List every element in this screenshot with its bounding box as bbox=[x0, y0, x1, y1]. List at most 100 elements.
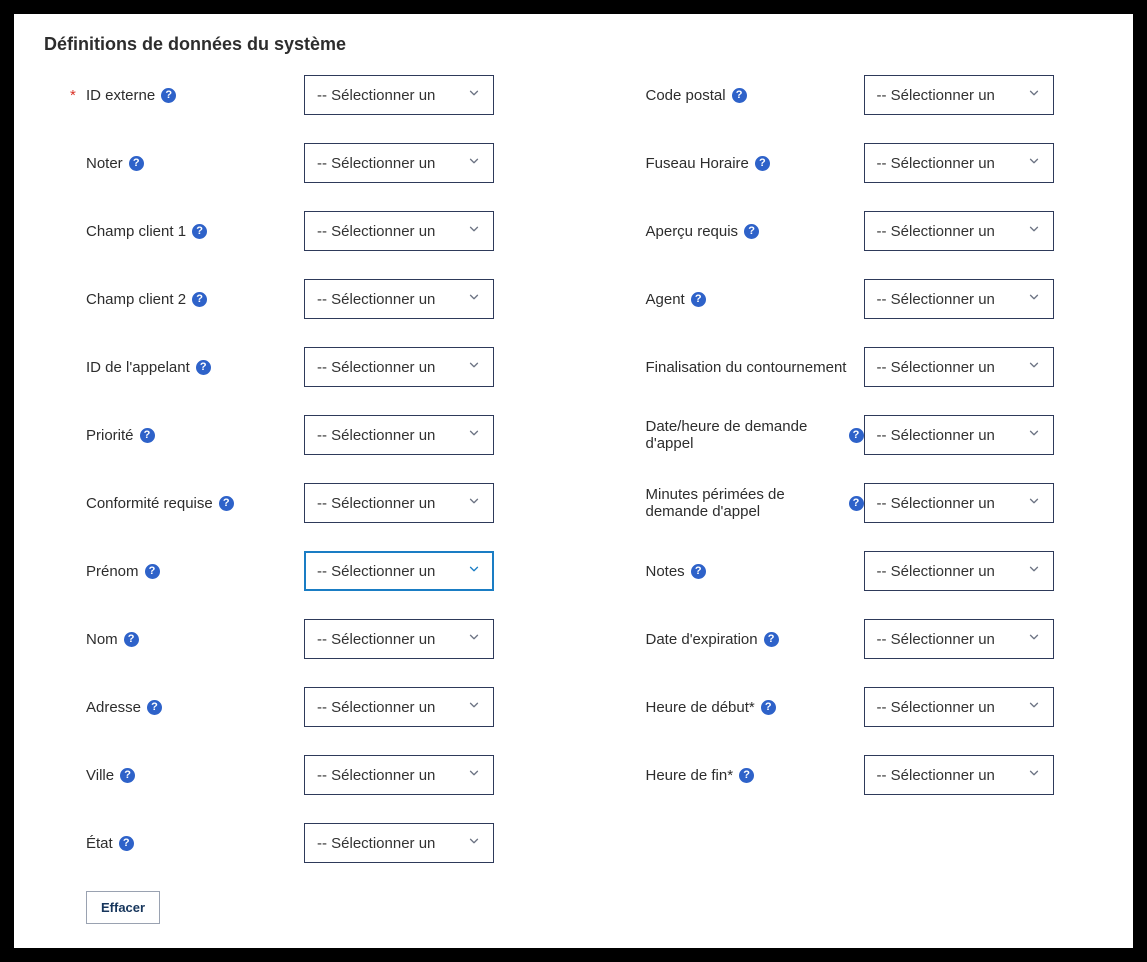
help-icon[interactable]: ? bbox=[192, 224, 207, 239]
select-placeholder: -- Sélectionner un bbox=[877, 699, 995, 716]
field-label-cell: Heure de fin*? bbox=[604, 767, 864, 784]
help-icon[interactable]: ? bbox=[161, 88, 176, 103]
field-select[interactable]: -- Sélectionner un bbox=[864, 75, 1054, 115]
field-label: Agent bbox=[646, 291, 685, 308]
form-row: Noter?-- Sélectionner un bbox=[44, 143, 544, 183]
field-select[interactable]: -- Sélectionner un bbox=[864, 687, 1054, 727]
form-row: Code postal?-- Sélectionner un bbox=[604, 75, 1104, 115]
help-icon[interactable]: ? bbox=[691, 292, 706, 307]
help-icon[interactable]: ? bbox=[744, 224, 759, 239]
help-icon[interactable]: ? bbox=[849, 428, 864, 443]
help-icon[interactable]: ? bbox=[124, 632, 139, 647]
chevron-down-icon bbox=[467, 630, 481, 648]
field-select[interactable]: -- Sélectionner un bbox=[864, 347, 1054, 387]
select-placeholder: -- Sélectionner un bbox=[317, 835, 435, 852]
field-select[interactable]: -- Sélectionner un bbox=[304, 211, 494, 251]
field-label-cell: Finalisation du contournement bbox=[604, 359, 864, 376]
chevron-down-icon bbox=[467, 766, 481, 784]
form-row: Notes? -- Sélectionner un bbox=[604, 551, 1104, 591]
field-select[interactable]: -- Sélectionner un bbox=[304, 75, 494, 115]
field-select[interactable]: -- Sélectionner un bbox=[304, 347, 494, 387]
field-select[interactable]: -- Sélectionner un bbox=[304, 755, 494, 795]
help-icon[interactable]: ? bbox=[849, 496, 864, 511]
field-select[interactable]: -- Sélectionner un bbox=[304, 823, 494, 863]
help-icon[interactable]: ? bbox=[761, 700, 776, 715]
form-row: Agent? -- Sélectionner un bbox=[604, 279, 1104, 319]
chevron-down-icon bbox=[467, 222, 481, 240]
help-icon[interactable]: ? bbox=[145, 564, 160, 579]
select-placeholder: -- Sélectionner un bbox=[877, 631, 995, 648]
form-row: Priorité? -- Sélectionner un bbox=[44, 415, 544, 455]
field-label-cell: Champ client 2? bbox=[44, 291, 304, 308]
chevron-down-icon bbox=[467, 358, 481, 376]
field-select[interactable]: -- Sélectionner un bbox=[304, 483, 494, 523]
field-label-cell: Nom? bbox=[44, 631, 304, 648]
help-icon[interactable]: ? bbox=[732, 88, 747, 103]
field-select[interactable]: -- Sélectionner un bbox=[304, 143, 494, 183]
clear-button[interactable]: Effacer bbox=[86, 891, 160, 924]
help-icon[interactable]: ? bbox=[739, 768, 754, 783]
form-row: Heure de fin*? -- Sélectionner un bbox=[604, 755, 1104, 795]
chevron-down-icon bbox=[467, 290, 481, 308]
field-label: Nom bbox=[86, 631, 118, 648]
field-select[interactable]: -- Sélectionner un bbox=[864, 143, 1054, 183]
form-row: Adresse? -- Sélectionner un bbox=[44, 687, 544, 727]
system-data-definitions-panel: Définitions de données du système *ID ex… bbox=[14, 14, 1133, 948]
form-row: Ville? -- Sélectionner un bbox=[44, 755, 544, 795]
help-icon[interactable]: ? bbox=[764, 632, 779, 647]
help-icon[interactable]: ? bbox=[219, 496, 234, 511]
field-select[interactable]: -- Sélectionner un bbox=[304, 619, 494, 659]
field-label-cell: Aperçu requis? bbox=[604, 223, 864, 240]
field-label: ID de l'appelant bbox=[86, 359, 190, 376]
help-icon[interactable]: ? bbox=[119, 836, 134, 851]
field-label-cell: Prénom? bbox=[44, 563, 304, 580]
select-placeholder: -- Sélectionner un bbox=[877, 767, 995, 784]
field-label: Champ client 1 bbox=[86, 223, 186, 240]
help-icon[interactable]: ? bbox=[755, 156, 770, 171]
form-row: *ID externe?-- Sélectionner un bbox=[44, 75, 544, 115]
form-row: Date d'expiration? -- Sélectionner un bbox=[604, 619, 1104, 659]
field-label: ID externe bbox=[86, 87, 155, 104]
field-label: Notes bbox=[646, 563, 685, 580]
field-select[interactable]: -- Sélectionner un bbox=[864, 415, 1054, 455]
form-row: Heure de début*?-- Sélectionner un bbox=[604, 687, 1104, 727]
select-placeholder: -- Sélectionner un bbox=[877, 563, 995, 580]
field-select[interactable]: -- Sélectionner un bbox=[864, 279, 1054, 319]
field-label: Priorité bbox=[86, 427, 134, 444]
field-select[interactable]: -- Sélectionner un bbox=[304, 687, 494, 727]
form-row: Champ client 1? -- Sélectionner un bbox=[44, 211, 544, 251]
chevron-down-icon bbox=[1027, 86, 1041, 104]
help-icon[interactable]: ? bbox=[140, 428, 155, 443]
help-icon[interactable]: ? bbox=[192, 292, 207, 307]
select-placeholder: -- Sélectionner un bbox=[877, 359, 995, 376]
form-row: ID de l'appelant? -- Sélectionner un bbox=[44, 347, 544, 387]
field-label-cell: Minutes périmées de demande d'appel? bbox=[604, 486, 864, 520]
field-label-cell: Date d'expiration? bbox=[604, 631, 864, 648]
field-label: État bbox=[86, 835, 113, 852]
field-select[interactable]: -- Sélectionner un bbox=[304, 551, 494, 591]
help-icon[interactable]: ? bbox=[691, 564, 706, 579]
select-placeholder: -- Sélectionner un bbox=[317, 155, 435, 172]
select-placeholder: -- Sélectionner un bbox=[877, 291, 995, 308]
help-icon[interactable]: ? bbox=[120, 768, 135, 783]
help-icon[interactable]: ? bbox=[147, 700, 162, 715]
field-select[interactable]: -- Sélectionner un bbox=[864, 755, 1054, 795]
chevron-down-icon bbox=[1027, 562, 1041, 580]
field-select[interactable]: -- Sélectionner un bbox=[864, 619, 1054, 659]
form-column-right: Code postal?-- Sélectionner unFuseau Hor… bbox=[604, 75, 1104, 863]
field-label: Ville bbox=[86, 767, 114, 784]
field-select[interactable]: -- Sélectionner un bbox=[864, 211, 1054, 251]
field-select[interactable]: -- Sélectionner un bbox=[864, 551, 1054, 591]
field-label: Adresse bbox=[86, 699, 141, 716]
chevron-down-icon bbox=[467, 562, 481, 580]
field-label: Date d'expiration bbox=[646, 631, 758, 648]
field-select[interactable]: -- Sélectionner un bbox=[304, 279, 494, 319]
chevron-down-icon bbox=[1027, 698, 1041, 716]
page-title: Définitions de données du système bbox=[44, 34, 1103, 55]
select-placeholder: -- Sélectionner un bbox=[877, 155, 995, 172]
select-placeholder: -- Sélectionner un bbox=[877, 223, 995, 240]
help-icon[interactable]: ? bbox=[129, 156, 144, 171]
field-select[interactable]: -- Sélectionner un bbox=[864, 483, 1054, 523]
help-icon[interactable]: ? bbox=[196, 360, 211, 375]
field-select[interactable]: -- Sélectionner un bbox=[304, 415, 494, 455]
